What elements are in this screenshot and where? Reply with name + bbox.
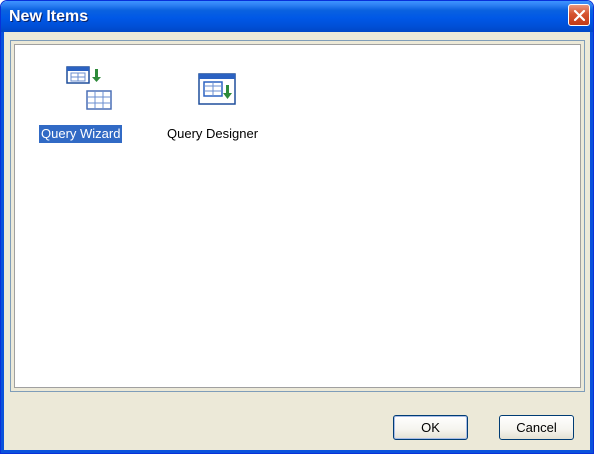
close-button[interactable] [568,4,590,26]
item-label-query-designer: Query Designer [167,126,259,141]
query-designer-icon [198,73,238,107]
query-wizard-icon [65,65,115,113]
title-bar[interactable]: New Items [1,1,593,32]
close-icon [573,9,586,22]
window-border-right [590,32,593,453]
item-label-query-wizard: Query Wizard [39,125,123,143]
window-title: New Items [9,8,89,25]
window-border-left [1,32,4,453]
items-list[interactable]: Query Wizard Query Designer [14,44,581,388]
list-item-query-wizard[interactable]: Query Wizard [15,45,155,155]
cancel-button[interactable]: Cancel [499,415,574,440]
window-border-bottom [1,450,593,453]
list-item-query-designer[interactable]: Query Designer [165,45,285,155]
ok-button[interactable]: OK [393,415,468,440]
